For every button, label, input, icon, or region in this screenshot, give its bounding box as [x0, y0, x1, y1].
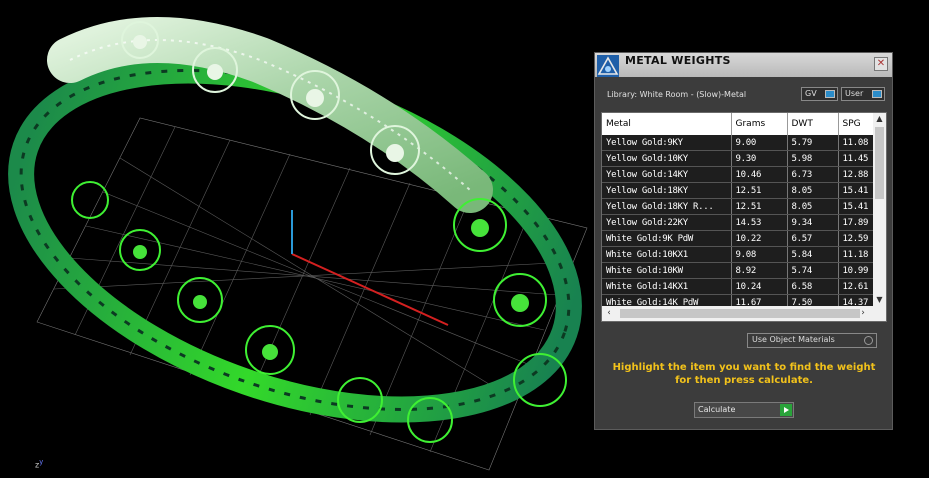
- cell-grams: 9.00: [731, 135, 788, 151]
- x-axis-line: [291, 253, 449, 326]
- cell-dwt: 6.73: [787, 166, 839, 183]
- table-row[interactable]: Yellow Gold:10KY 9.30 5.98 11.45: [602, 150, 879, 167]
- use-object-materials-label: Use Object Materials: [752, 335, 835, 344]
- cell-metal: White Gold:10KW: [602, 262, 732, 279]
- metal-weights-panel: METAL WEIGHTS ✕ Library: White Room - (S…: [594, 52, 893, 430]
- y-axis-label: y: [39, 458, 44, 466]
- table-row[interactable]: White Gold:10KW 8.92 5.74 10.99: [602, 262, 879, 279]
- cell-grams: 9.08: [731, 246, 788, 263]
- cell-spg: 17.89: [838, 214, 879, 231]
- cell-spg: 12.59: [838, 230, 879, 247]
- cell-grams: 10.22: [731, 230, 788, 247]
- cell-metal: Yellow Gold:10KY: [602, 150, 732, 167]
- close-button[interactable]: ✕: [874, 57, 888, 71]
- cell-metal: Yellow Gold:18KY R...: [602, 198, 732, 215]
- cell-spg: 11.18: [838, 246, 879, 263]
- gv-toggle-label: GV: [805, 89, 817, 98]
- cell-spg: 11.45: [838, 150, 879, 167]
- cell-grams: 10.46: [731, 166, 788, 183]
- cell-dwt: 5.84: [787, 246, 839, 263]
- cell-dwt: 8.05: [787, 198, 839, 215]
- cell-spg: 15.41: [838, 182, 879, 199]
- cell-dwt: 5.98: [787, 150, 839, 167]
- cell-grams: 14.53: [731, 214, 788, 231]
- bangle-model: [8, 17, 582, 443]
- ground-grid: [36, 117, 588, 471]
- instruction-text: Highlight the item you want to find the …: [612, 362, 876, 386]
- column-header-spg[interactable]: SPG: [838, 113, 879, 135]
- cell-metal: Yellow Gold:18KY: [602, 182, 732, 199]
- table-row[interactable]: Yellow Gold:18KY R... 12.51 8.05 15.41: [602, 198, 879, 215]
- library-label: Library: White Room - (Slow)-Metal: [607, 90, 747, 99]
- cell-metal: Yellow Gold:22KY: [602, 214, 732, 231]
- calculate-label: Calculate: [698, 405, 736, 414]
- column-header-grams[interactable]: Grams: [731, 113, 788, 135]
- cell-metal: Yellow Gold:14KY: [602, 166, 732, 183]
- scroll-right-icon[interactable]: ›: [858, 308, 868, 319]
- gv-toggle[interactable]: GV: [801, 87, 838, 101]
- cell-grams: 9.30: [731, 150, 788, 167]
- play-icon[interactable]: [780, 404, 792, 416]
- table-row[interactable]: White Gold:10KX1 9.08 5.84 11.18: [602, 246, 879, 263]
- cell-dwt: 5.74: [787, 262, 839, 279]
- cell-dwt: 6.58: [787, 278, 839, 295]
- vertical-scrollbar[interactable]: ▲ ▼: [873, 113, 886, 306]
- metal-table: Metal Grams DWT SPG Yellow Gold:9KY 9.00 5…: [602, 113, 879, 311]
- cell-dwt: 9.34: [787, 214, 839, 231]
- table-row[interactable]: Yellow Gold:9KY 9.00 5.79 11.08: [602, 135, 879, 151]
- close-icon: ✕: [876, 58, 886, 69]
- scroll-down-icon[interactable]: ▼: [875, 295, 884, 305]
- user-toggle[interactable]: User: [841, 87, 885, 101]
- calculate-button[interactable]: Calculate: [694, 402, 794, 418]
- table-row[interactable]: Yellow Gold:14KY 10.46 6.73 12.88: [602, 166, 879, 183]
- axis-indicator: zy: [35, 458, 43, 470]
- cell-grams: 12.51: [731, 198, 788, 215]
- panel-titlebar[interactable]: METAL WEIGHTS ✕: [595, 53, 892, 77]
- cell-grams: 12.51: [731, 182, 788, 199]
- table-row[interactable]: White Gold:9K PdW 10.22 6.57 12.59: [602, 230, 879, 247]
- cell-spg: 15.41: [838, 198, 879, 215]
- column-header-metal[interactable]: Metal: [602, 113, 732, 135]
- cell-spg: 12.61: [838, 278, 879, 295]
- radio-indicator-icon[interactable]: [864, 336, 873, 345]
- cell-metal: White Gold:14KX1: [602, 278, 732, 295]
- cell-metal: White Gold:10KX1: [602, 246, 732, 263]
- scroll-left-icon[interactable]: ‹: [604, 308, 614, 319]
- cell-dwt: 8.05: [787, 182, 839, 199]
- column-header-dwt[interactable]: DWT: [787, 113, 839, 135]
- cell-grams: 10.24: [731, 278, 788, 295]
- table-row[interactable]: White Gold:14KX1 10.24 6.58 12.61: [602, 278, 879, 295]
- table-row[interactable]: Yellow Gold:18KY 12.51 8.05 15.41: [602, 182, 879, 199]
- user-toggle-label: User: [845, 89, 864, 98]
- panel-title: METAL WEIGHTS: [625, 54, 731, 67]
- cell-grams: 8.92: [731, 262, 788, 279]
- gv-toggle-indicator: [825, 90, 835, 98]
- metal-grid[interactable]: Metal Grams DWT SPG Yellow Gold:9KY 9.00 5…: [601, 112, 887, 322]
- cell-spg: 11.08: [838, 135, 879, 151]
- cell-spg: 12.88: [838, 166, 879, 183]
- scroll-up-icon[interactable]: ▲: [875, 114, 884, 124]
- cell-dwt: 6.57: [787, 230, 839, 247]
- use-object-materials-option[interactable]: Use Object Materials: [747, 333, 877, 348]
- vertical-scroll-thumb[interactable]: [875, 127, 884, 199]
- cell-metal: White Gold:9K PdW: [602, 230, 732, 247]
- horizontal-scrollbar[interactable]: ‹ ›: [602, 306, 886, 321]
- matrix-logo-icon: [597, 55, 619, 77]
- cell-spg: 10.99: [838, 262, 879, 279]
- horizontal-scroll-thumb[interactable]: [620, 309, 860, 318]
- user-toggle-indicator: [872, 90, 882, 98]
- table-row[interactable]: Yellow Gold:22KY 14.53 9.34 17.89: [602, 214, 879, 231]
- cell-metal: Yellow Gold:9KY: [602, 135, 732, 151]
- cell-dwt: 5.79: [787, 135, 839, 151]
- table-header-row: Metal Grams DWT SPG: [602, 113, 879, 135]
